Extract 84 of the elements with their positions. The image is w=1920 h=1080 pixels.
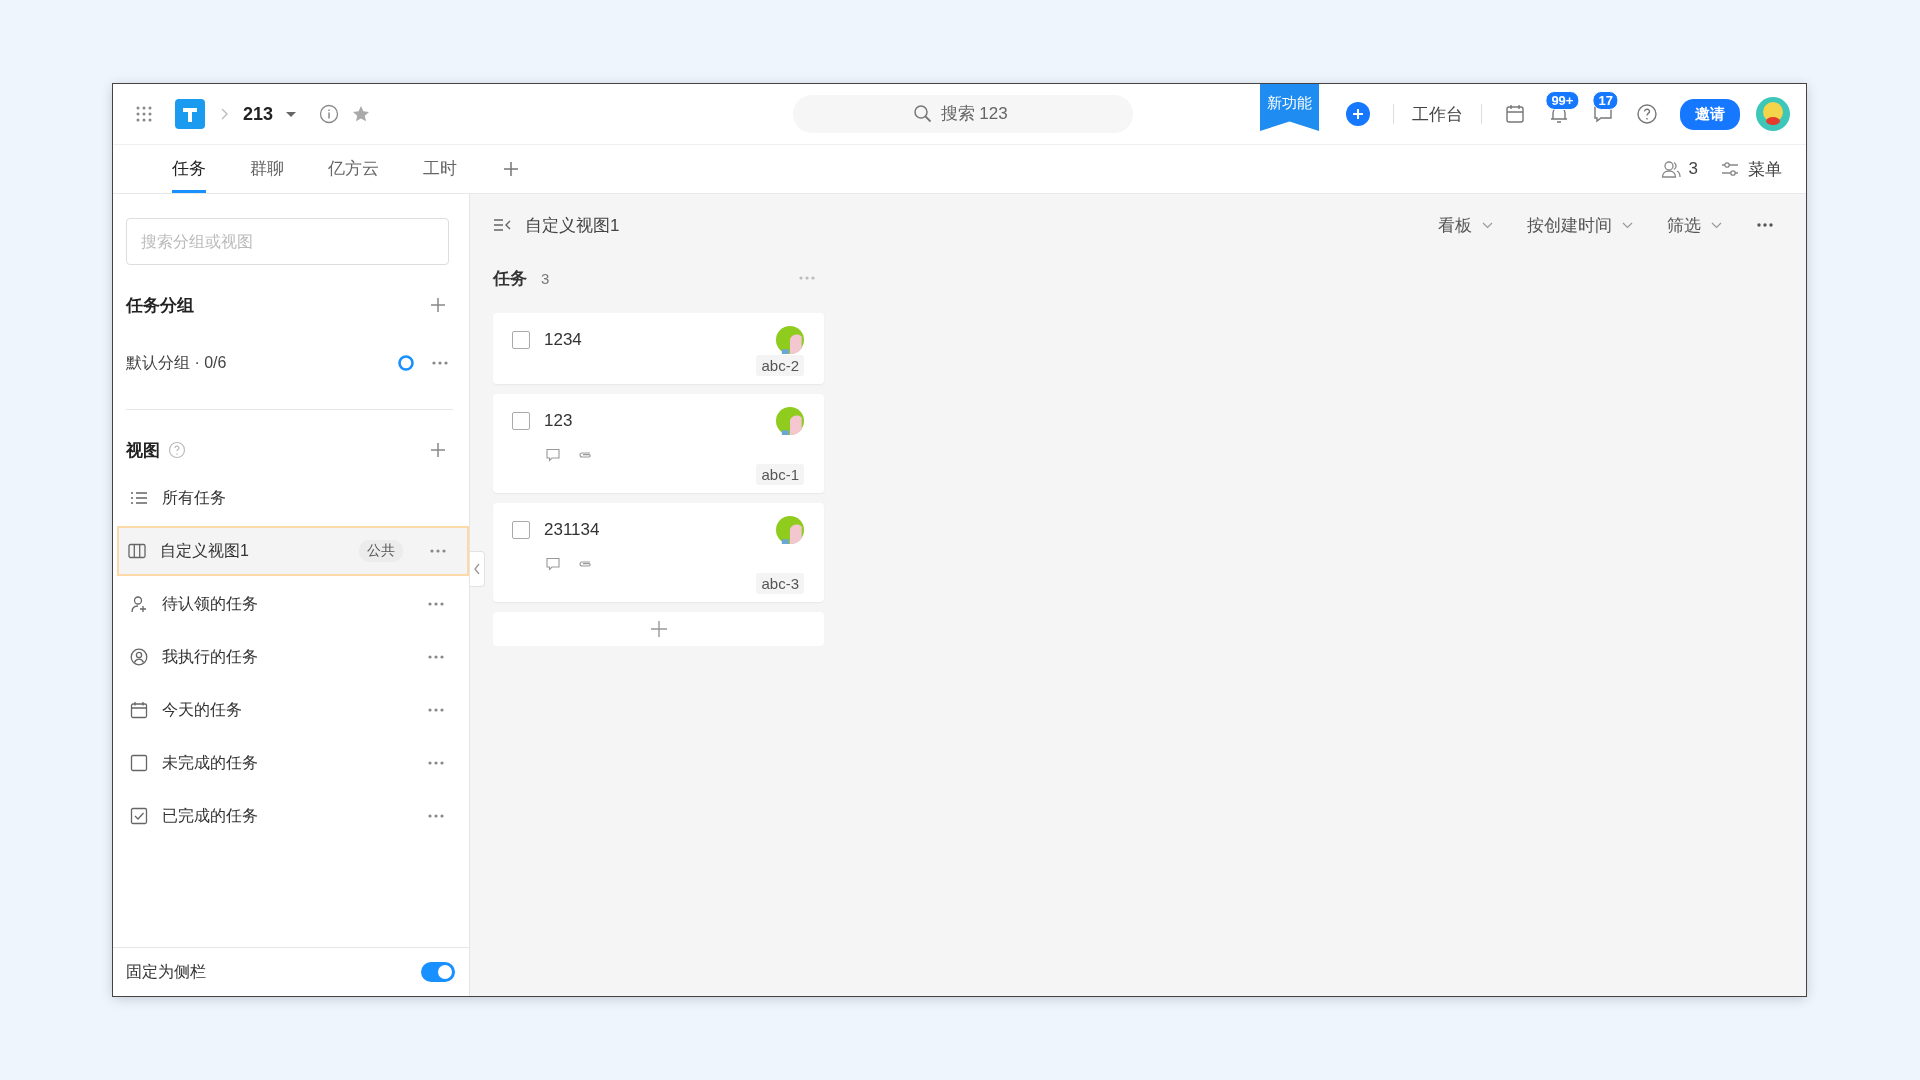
task-title: 231134 [544, 520, 600, 540]
plus-icon [649, 620, 668, 638]
invite-button[interactable]: 邀请 [1680, 98, 1740, 130]
more-icon[interactable] [1756, 223, 1774, 227]
more-icon[interactable] [427, 602, 445, 606]
view-item[interactable]: 未完成的任务 [126, 738, 457, 788]
view-item[interactable]: 自定义视图1 公共 [117, 526, 469, 576]
app-logo-icon[interactable] [175, 99, 205, 129]
sidebar-search-field[interactable]: 搜索分组或视图 [126, 218, 449, 265]
checkbox-icon [130, 754, 148, 772]
tab[interactable]: 群聊 [250, 145, 284, 193]
sliders-icon[interactable] [1720, 159, 1740, 179]
pin-toggle[interactable] [421, 962, 455, 982]
task-title: 123 [544, 411, 573, 431]
view-item[interactable]: 所有任务 [126, 473, 457, 523]
comment-icon [546, 448, 560, 462]
message-badge: 17 [1592, 91, 1619, 110]
pin-sidebar-label: 固定为侧栏 [126, 961, 206, 982]
help-icon[interactable] [168, 441, 186, 459]
columns-icon [128, 542, 146, 560]
view-item[interactable]: 待认领的任务 [126, 579, 457, 629]
task-code: abc-2 [756, 355, 804, 376]
column-title: 任务 [493, 267, 527, 290]
progress-ring-icon [397, 354, 415, 372]
calendar-icon [130, 701, 148, 719]
section-title: 视图 [126, 439, 160, 462]
person-circle-icon [130, 648, 148, 666]
user-avatar[interactable] [1756, 97, 1790, 131]
more-icon[interactable] [429, 549, 447, 553]
task-title: 1234 [544, 330, 582, 350]
list-icon [130, 489, 148, 507]
add-view-icon[interactable] [429, 441, 447, 459]
section-title: 任务分组 [126, 294, 194, 317]
task-checkbox[interactable] [512, 521, 530, 539]
notification-badge: 99+ [1545, 91, 1580, 110]
task-card[interactable]: 231134 abc-3 [493, 503, 824, 602]
project-name[interactable]: 213 [243, 103, 274, 125]
more-icon[interactable] [427, 655, 445, 659]
more-icon[interactable] [427, 814, 445, 818]
tab[interactable]: 任务 [172, 145, 206, 193]
view-item[interactable]: 已完成的任务 [126, 791, 457, 841]
task-code: abc-3 [756, 573, 804, 594]
comment-icon [546, 557, 560, 571]
task-card[interactable]: 1234 abc-2 [493, 313, 824, 384]
search-icon [912, 104, 933, 124]
member-count: 3 [1688, 159, 1698, 179]
task-checkbox[interactable] [512, 412, 530, 430]
info-icon[interactable] [319, 104, 340, 124]
workbench-link[interactable]: 工作台 [1412, 102, 1463, 126]
view-dropdown[interactable]: 看板 [1438, 213, 1493, 237]
checked-box-icon [130, 807, 148, 825]
view-dropdown[interactable]: 筛选 [1667, 213, 1722, 237]
add-icon[interactable] [1345, 101, 1371, 127]
view-dropdown[interactable]: 按创建时间 [1527, 213, 1633, 237]
assignee-avatar [776, 516, 804, 544]
chevron-down-icon [1711, 221, 1722, 229]
more-icon[interactable] [427, 708, 445, 712]
assignee-avatar [776, 407, 804, 435]
more-icon[interactable] [427, 761, 445, 765]
more-icon[interactable] [431, 361, 449, 365]
add-tab-icon[interactable] [501, 159, 521, 179]
add-group-icon[interactable] [429, 296, 447, 314]
chevron-down-icon [1622, 221, 1633, 229]
members-icon[interactable] [1660, 159, 1681, 179]
task-card[interactable]: 123 abc-1 [493, 394, 824, 493]
collapse-handle[interactable] [470, 551, 485, 587]
view-title: 自定义视图1 [525, 214, 620, 237]
help-icon[interactable] [1636, 103, 1658, 125]
tab[interactable]: 亿方云 [328, 145, 379, 193]
public-tag: 公共 [359, 540, 403, 562]
task-checkbox[interactable] [512, 331, 530, 349]
group-name[interactable]: 默认分组 · 0/6 [126, 352, 381, 374]
apps-grid-icon[interactable] [135, 105, 153, 123]
search-field[interactable]: 搜索 123 [792, 95, 1133, 133]
chevron-down-icon [1482, 221, 1493, 229]
view-item[interactable]: 我执行的任务 [126, 632, 457, 682]
column-count: 3 [541, 269, 550, 287]
person-plus-icon [130, 595, 148, 613]
assignee-avatar [776, 326, 804, 354]
menu-link[interactable]: 菜单 [1748, 157, 1782, 181]
calendar-icon[interactable] [1504, 103, 1526, 125]
task-code: abc-1 [756, 464, 804, 485]
tab[interactable]: 工时 [423, 145, 457, 193]
view-item[interactable]: 今天的任务 [126, 685, 457, 735]
